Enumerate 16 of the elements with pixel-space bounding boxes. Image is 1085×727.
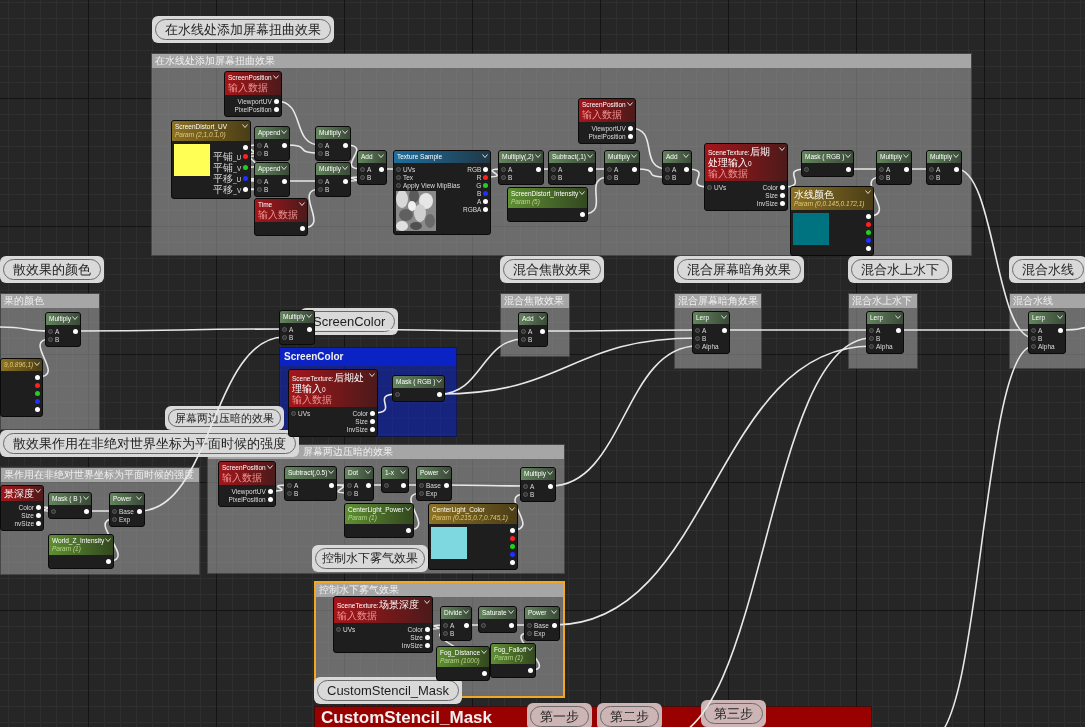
- comment-title: 控制水下雾气效果: [316, 583, 563, 597]
- comment-title: 混合屏幕暗角效果: [675, 294, 761, 308]
- comment-title: ScreenColor: [280, 348, 456, 366]
- comment-title: 混合水线: [1010, 294, 1085, 308]
- node-title: 景深度: [4, 488, 34, 499]
- comment-title: 在水线处添加屏幕扭曲效果: [152, 54, 971, 68]
- node-subtitle: 输入数据: [582, 109, 623, 120]
- node-subtitle: 输入数据: [292, 394, 333, 405]
- node-subtitle: 输入数据: [258, 209, 298, 220]
- comment-title: 果的颜色: [1, 294, 99, 308]
- node-subtitle: 输入数据: [708, 168, 748, 179]
- comment-title: 混合焦散效果: [501, 294, 569, 308]
- node-title: 水线颜色: [794, 189, 835, 200]
- node-subtitle: 输入数据: [228, 82, 269, 93]
- node-subtitle: 输入数据: [222, 472, 263, 483]
- node-subtitle: 输入数据: [337, 610, 378, 621]
